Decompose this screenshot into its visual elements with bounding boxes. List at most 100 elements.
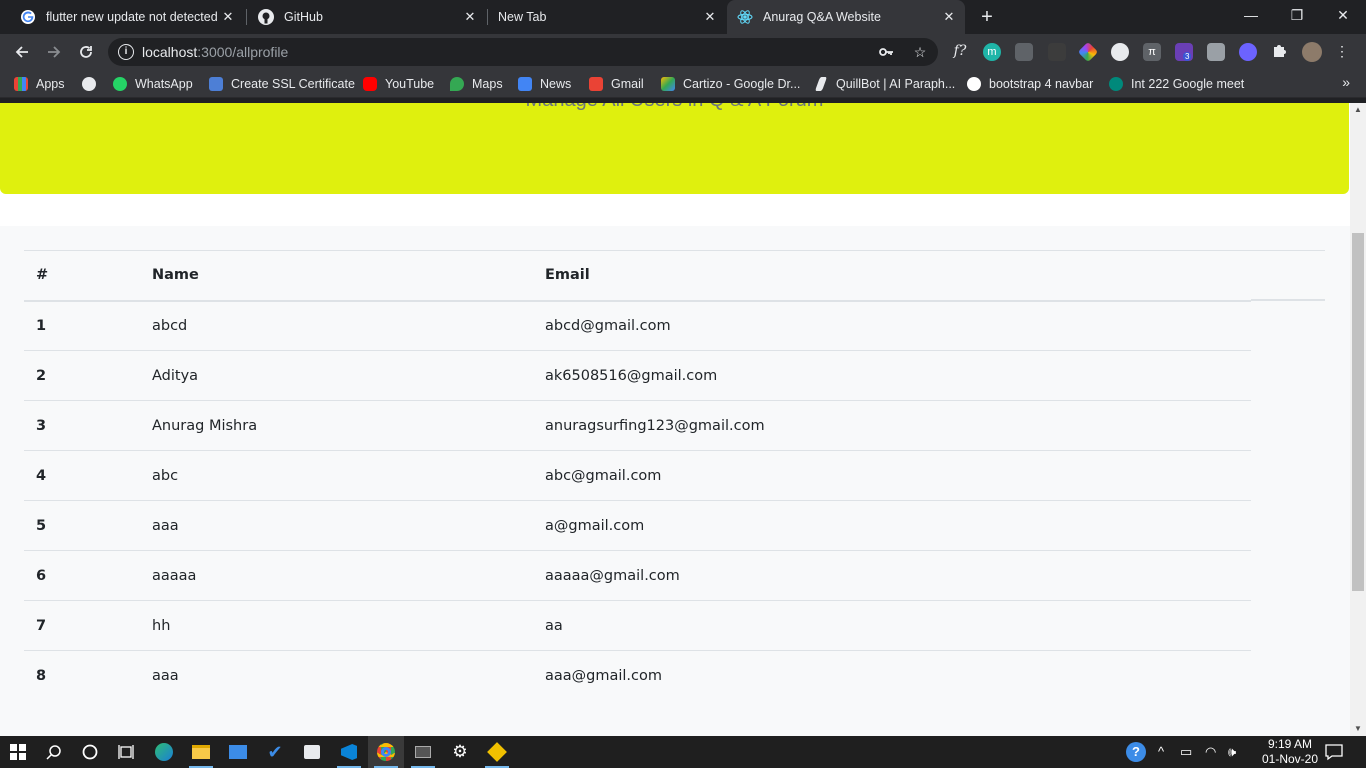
formula-extension-icon[interactable]: f? [952, 43, 968, 59]
system-clock[interactable]: 9:19 AM 01-Nov-20 [1262, 737, 1318, 767]
bookmark-apps[interactable]: Apps [14, 75, 65, 93]
task-view-button[interactable] [108, 736, 144, 768]
office-extension-icon[interactable] [1207, 43, 1225, 61]
bookmark-gmail[interactable]: Gmail [589, 75, 644, 93]
battery-icon[interactable]: ▭ [1180, 744, 1192, 760]
search-button[interactable] [36, 736, 72, 768]
volume-icon[interactable]: 🕪 [1228, 744, 1236, 760]
address-bar[interactable]: i localhost:3000/allprofile ☆ [108, 38, 938, 66]
mail-taskbar-icon[interactable] [220, 736, 256, 768]
bookmark-quillbot[interactable]: QuillBot | AI Paraph... [814, 75, 955, 93]
bookmarks-bar: Apps WhatsApp Create SSL Certificate You… [0, 70, 1366, 98]
tab-flutter[interactable]: flutter new update not detected … ✕ [8, 0, 244, 34]
chevron-up-icon[interactable]: ^ [1158, 744, 1164, 759]
apps-grid-icon [14, 77, 28, 91]
key-icon[interactable] [878, 44, 894, 60]
settings-taskbar-icon[interactable]: ⚙ [442, 736, 478, 768]
bookmark-news[interactable]: News [518, 75, 571, 93]
tab-title: flutter new update not detected … [46, 10, 220, 24]
row-number: 5 [24, 500, 140, 551]
tab-title: Anurag Q&A Website [763, 10, 881, 24]
store-taskbar-icon[interactable] [294, 736, 330, 768]
close-icon[interactable]: ✕ [702, 9, 718, 25]
row-name: Anurag Mishra [140, 400, 533, 451]
minimize-button[interactable]: — [1228, 0, 1274, 30]
hero-subtitle: Manage All Users in Q & A Forum [0, 103, 1349, 112]
row-name: abc [140, 450, 533, 501]
table-row: 6 aaaaa aaaaa@gmail.com [24, 550, 1251, 601]
row-name: aaaaa [140, 550, 533, 601]
todo-taskbar-icon[interactable]: ✔ [257, 736, 293, 768]
extensions-puzzle-icon[interactable] [1271, 43, 1287, 59]
bookmark-meet[interactable]: Int 222 Google meet [1109, 75, 1244, 93]
color-picker-extension-icon[interactable] [1077, 41, 1099, 63]
row-number: 3 [24, 400, 140, 451]
site-info-icon[interactable]: i [118, 44, 134, 60]
row-name: Aditya [140, 350, 533, 401]
close-icon[interactable]: ✕ [462, 9, 478, 25]
url-text[interactable]: localhost:3000/allprofile [142, 44, 288, 60]
windows-logo-icon [10, 744, 26, 760]
file-explorer-taskbar-icon[interactable] [183, 736, 219, 768]
row-email: anuragsurfing123@gmail.com [533, 400, 1251, 451]
reload-button[interactable] [74, 40, 98, 64]
white-extension-icon[interactable] [1111, 43, 1129, 61]
terminal-taskbar-icon[interactable] [405, 736, 441, 768]
tab-github[interactable]: GitHub ✕ [248, 0, 486, 34]
window-close-button[interactable]: ✕ [1320, 0, 1366, 30]
cortana-button[interactable] [72, 736, 108, 768]
bookmark-cartizo[interactable]: Cartizo - Google Dr... [661, 75, 800, 93]
row-email: abc@gmail.com [533, 450, 1251, 501]
whatsapp-icon [113, 77, 127, 91]
meet-icon [1109, 77, 1123, 91]
back-button[interactable] [10, 40, 34, 64]
scroll-down-arrow-icon[interactable]: ▼ [1350, 722, 1366, 736]
row-number: 8 [36, 667, 47, 684]
chevron-double-right-icon[interactable]: » [1342, 74, 1350, 90]
row-email: ak6508516@gmail.com [533, 350, 1251, 401]
bookmark-bootstrap[interactable]: bootstrap 4 navbar [967, 75, 1093, 93]
bookmark-globe[interactable] [82, 75, 104, 93]
scroll-thumb[interactable] [1352, 233, 1364, 591]
profile-avatar[interactable] [1302, 42, 1322, 62]
tab-anurag-qa[interactable]: Anurag Q&A Website ✕ [727, 0, 965, 34]
chrome-taskbar-icon[interactable] [368, 736, 404, 768]
scroll-up-arrow-icon[interactable]: ▲ [1350, 103, 1366, 117]
forward-button[interactable] [42, 40, 66, 64]
wifi-icon[interactable]: ◠ [1205, 744, 1216, 760]
tab-new-tab[interactable]: New Tab ✕ [488, 0, 726, 34]
bookmark-maps[interactable]: Maps [450, 75, 503, 93]
bookmark-star-icon[interactable]: ☆ [912, 44, 928, 60]
row-number: 1 [24, 300, 140, 351]
menu-kebab-icon[interactable]: ⋮ [1334, 43, 1350, 59]
tab-strip: flutter new update not detected … ✕ GitH… [0, 0, 1366, 34]
row-name: aaa [140, 500, 533, 551]
arrow-right-icon [48, 46, 61, 58]
close-icon[interactable]: ✕ [220, 9, 236, 25]
restore-button[interactable]: ❐ [1274, 0, 1320, 30]
hero-jumbotron: Manage All Users in Q & A Forum [0, 103, 1349, 194]
users-table: # Name Email 1 abcd abcd@gmail.com 2 Aditya… [24, 250, 1251, 701]
bookmark-youtube[interactable]: YouTube [363, 75, 434, 93]
m-extension-icon[interactable]: m [983, 43, 1001, 61]
dark-extension-icon[interactable] [1048, 43, 1066, 61]
edge-taskbar-icon[interactable] [146, 736, 182, 768]
page-scrollbar[interactable]: ▲ ▼ [1350, 103, 1366, 736]
row-number: 6 [24, 550, 140, 601]
gray-extension-icon[interactable] [1015, 43, 1033, 61]
close-icon[interactable]: ✕ [941, 9, 957, 25]
gmail-icon [589, 77, 603, 91]
git-taskbar-icon[interactable] [479, 736, 515, 768]
vscode-taskbar-icon[interactable] [331, 736, 367, 768]
start-button[interactable] [0, 736, 36, 768]
new-tab-button[interactable]: + [977, 7, 997, 27]
pi-extension-icon[interactable]: π [1143, 43, 1161, 61]
notifications-icon[interactable] [1325, 743, 1343, 764]
header-number: # [24, 250, 140, 302]
help-tray-icon[interactable]: ? [1126, 742, 1146, 762]
table-row: 7 hh aa [24, 600, 1251, 651]
purple-extension-icon[interactable]: 3 [1175, 43, 1193, 61]
bookmark-whatsapp[interactable]: WhatsApp [113, 75, 193, 93]
bookmark-ssl[interactable]: Create SSL Certificate [209, 75, 355, 93]
sun-extension-icon[interactable] [1239, 43, 1257, 61]
